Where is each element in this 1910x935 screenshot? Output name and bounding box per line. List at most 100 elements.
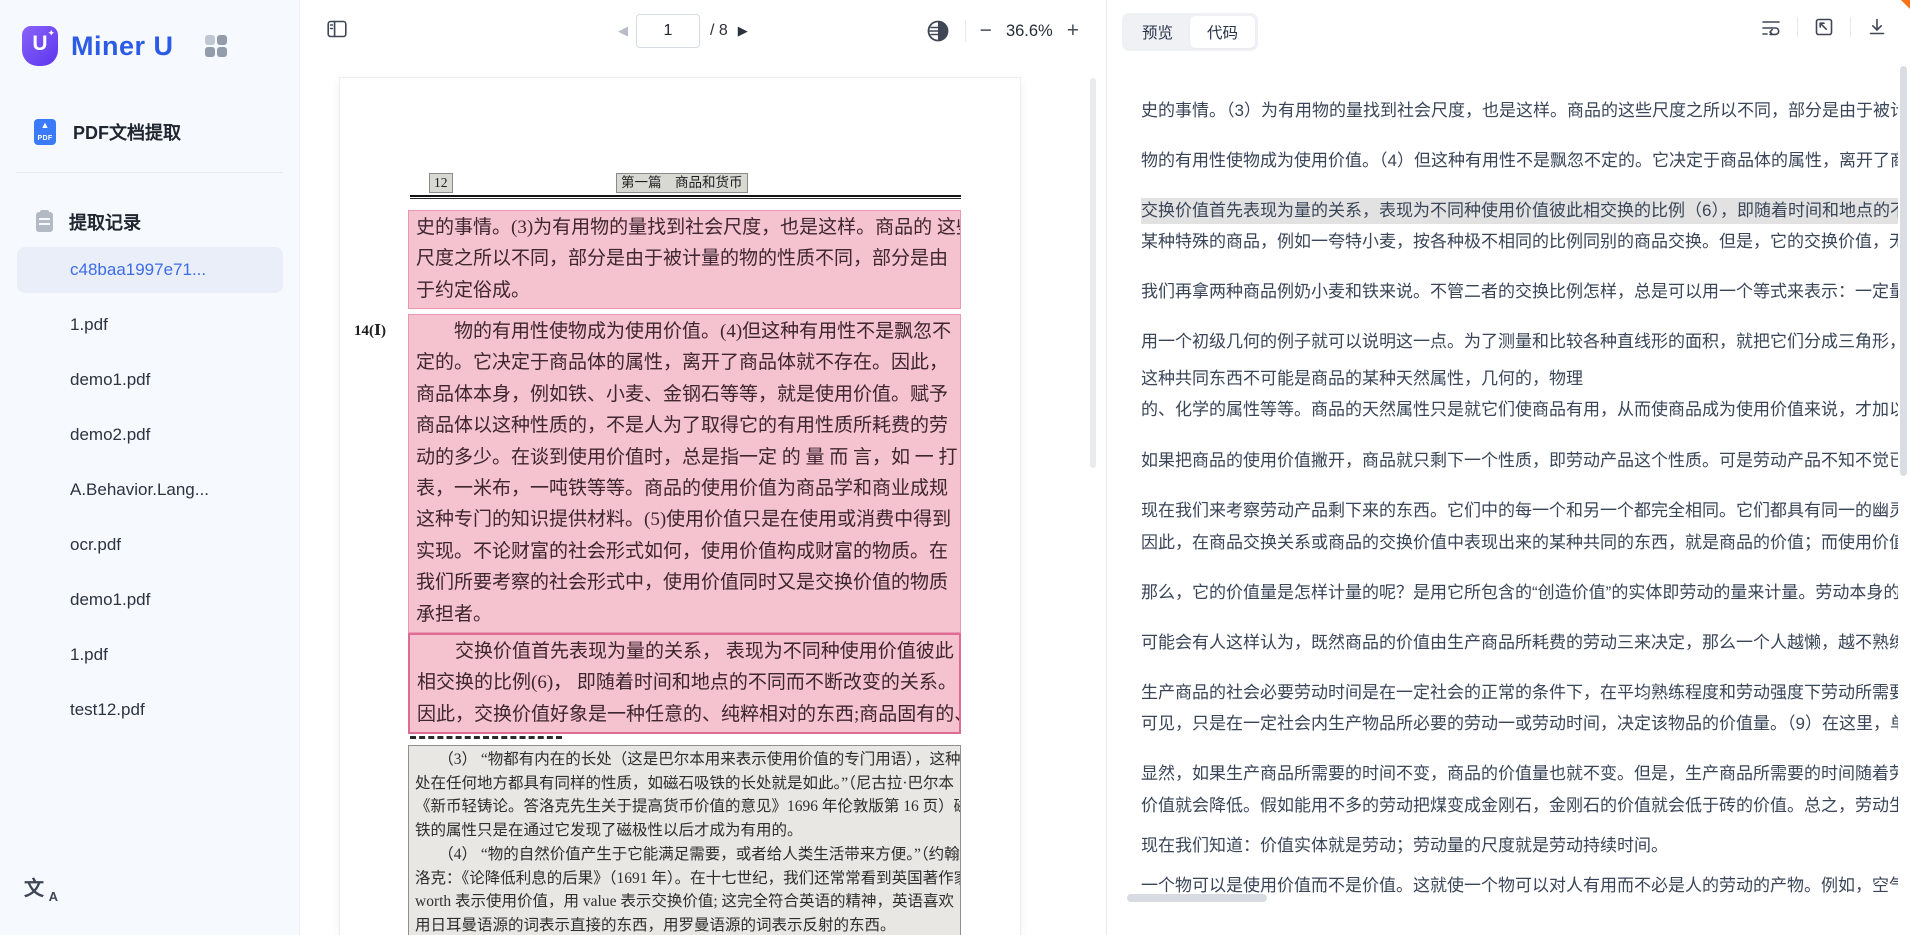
- preview-vertical-scrollbar[interactable]: [1900, 66, 1907, 476]
- logo-wordmark: Miner U: [71, 31, 174, 62]
- sparkle-icon: ✦: [47, 28, 55, 39]
- header-rule: [410, 195, 961, 200]
- highlighted-block-2[interactable]: 物的有用性使物成为使用价值。(4)但这种有用性不是飘忽不 定的。它决定于商品体的…: [408, 314, 961, 633]
- pdf-line: 承担者。: [416, 599, 954, 630]
- zoom-out-icon[interactable]: −: [980, 21, 992, 41]
- preview-line: 如果把商品的使用价值撇开，商品就只剩下一个性质，即劳动产品这个性质。可是劳动产品…: [1141, 448, 1898, 474]
- pdf-line: 商品体本身，例如铁、小麦、金钢石等等，就是使用价值。赋予: [416, 379, 954, 410]
- preview-line: 价值就会降低。假如能用不多的劳动把煤变成金刚石，金刚石的价值就会低于砖的价值。总…: [1141, 793, 1898, 819]
- file-item[interactable]: ocr.pdf: [17, 522, 283, 568]
- preview-line: 显然，如果生产商品所需要的时间不变，商品的价值量也就不变。但是，生产商品所需要的…: [1141, 761, 1898, 787]
- footnote-block[interactable]: （3） “物都有内在的长处（这是巴尔本用来表示使用价值的专门用语），这种长 处在…: [408, 745, 961, 935]
- grid-dot: [205, 35, 215, 45]
- pdf-line: 这种专门的知识提供材料。(5)使用价值只是在使用或消费中得到: [416, 504, 954, 535]
- prev-page-icon[interactable]: ◀: [618, 23, 628, 39]
- view-mode-tabs: 预览 代码: [1122, 13, 1258, 51]
- file-item[interactable]: demo1.pdf: [17, 357, 283, 403]
- footnote-line: （3） “物都有内在的长处（这是巴尔本用来表示使用价值的专门用语），这种长: [415, 748, 954, 772]
- page-total: / 8: [710, 22, 728, 40]
- tab-preview[interactable]: 预览: [1125, 16, 1190, 48]
- pdf-line: 实现。不论财富的社会形式如何，使用价值构成财富的物质。在: [416, 536, 954, 567]
- mineru-logo-icon: U ✦: [22, 26, 58, 66]
- viewer-toolbar: ◀ / 8 ▶ − 36.6% +: [300, 0, 1106, 62]
- preview-line: 那么，它的价值量是怎样计量的呢？是用它所包含的“创造价值”的实体即劳动的量来计量…: [1141, 580, 1898, 606]
- lang-en-glyph: A: [49, 889, 58, 904]
- next-page-icon[interactable]: ▶: [738, 23, 748, 39]
- footnote-line: worth 表示使用价值，用 value 表示交换价值; 这完全符合英语的精神，…: [415, 890, 954, 914]
- footnote-line: 用日耳曼语源的词表示直接的东西，用罗曼语源的词表示反射的东西。: [415, 914, 954, 935]
- footnote-line: 《新币轻铸论。答洛克先生关于提高货币价值的意见》1696 年伦敦版第 16 页）…: [415, 795, 954, 819]
- records-title: 提取记录: [69, 209, 141, 235]
- preview-line: 物的有用性使物成为使用价值。（4）但这种有用性不是飘忽不定的。它决定于商品体的属…: [1141, 148, 1898, 174]
- apps-grid-icon[interactable]: [205, 35, 227, 57]
- sidebar-divider: [16, 172, 283, 173]
- pdf-line: 于约定俗成。: [416, 275, 954, 306]
- file-item[interactable]: 1.pdf: [17, 632, 283, 678]
- tab-code[interactable]: 代码: [1190, 16, 1255, 48]
- preview-line: 史的事情。（3）为有用物的量找到社会尺度，也是这样。商品的这些尺度之所以不同，部…: [1141, 98, 1898, 124]
- records-header: 提取记录: [0, 205, 300, 239]
- grid-dot: [205, 47, 215, 57]
- zoom-controls: − 36.6% +: [925, 14, 1079, 48]
- pdf-line: 因此，交换价值好象是一种任意的、纯粹相对的东西;商品固有的、: [417, 699, 953, 730]
- zoom-in-icon[interactable]: +: [1067, 21, 1079, 41]
- preview-horizontal-scrollbar[interactable]: [1127, 894, 1267, 902]
- pdf-line: 物的有用性使物成为使用价值。(4)但这种有用性不是飘忽不: [416, 316, 954, 347]
- preview-line: 这种共同东西不可能是商品的某种天然属性，几何的，物理: [1141, 366, 1898, 392]
- file-list: c48baa1997e71... 1.pdf demo1.pdf demo2.p…: [0, 247, 300, 742]
- viewer-vertical-scrollbar[interactable]: [1090, 78, 1096, 468]
- file-item[interactable]: 1.pdf: [17, 302, 283, 348]
- file-item[interactable]: demo2.pdf: [17, 412, 283, 458]
- preview-line: 某种特殊的商品，例如一夸特小麦，按各种极不相同的比例同别的商品交换。但是，它的交…: [1141, 229, 1898, 255]
- logo[interactable]: U ✦ Miner U: [22, 24, 174, 68]
- pdf-line: 我们所要考察的社会形式中，使用价值同时又是交换价值的物质: [416, 567, 954, 598]
- download-icon[interactable]: [1866, 16, 1888, 38]
- page-navigation: ◀ / 8 ▶: [618, 14, 748, 48]
- page-number-box: 12: [429, 173, 453, 193]
- pdf-line: 尺度之所以不同，部分是由于被计量的物的性质不同，部分是由: [416, 243, 954, 274]
- pdf-viewer-panel: ◀ / 8 ▶ − 36.6% +: [300, 0, 1107, 935]
- footnote-line: （4） “物的自然价值产生于它能满足需要，或者给人类生活带来方便。”（约翰·: [415, 843, 954, 867]
- pdf-page[interactable]: 12 第一篇 商品和货币 14(Ⅰ) 史的事情。(3)为有用物的量找到社会尺度，…: [340, 78, 1020, 935]
- margin-label: 14(Ⅰ): [354, 321, 386, 340]
- page-number-input[interactable]: [636, 14, 700, 48]
- preview-line: 可能会有人这样认为，既然商品的价值由生产商品所耗费的劳动三来决定，那么一个人越懒…: [1141, 630, 1898, 656]
- footnote-line: 处在任何地方都具有同样的性质，如磁石吸铁的长处就是如此。”（尼古拉·巴尔本: [415, 772, 954, 796]
- pdf-line: 史的事情。(3)为有用物的量找到社会尺度，也是这样。商品的 这些: [416, 212, 954, 243]
- preview-line: 现在我们知道：价值实体就是劳动；劳动量的尺度就是劳动持续时间。: [1141, 833, 1898, 859]
- markdown-preview[interactable]: 史的事情。（3）为有用物的量找到社会尺度，也是这样。商品的这些尺度之所以不同，部…: [1108, 62, 1910, 935]
- preview-line: 我们再拿两种商品例奶小麦和铁来说。不管二者的交换比例怎样，总是可以用一个等式来表…: [1141, 279, 1898, 305]
- file-item[interactable]: c48baa1997e71...: [17, 247, 283, 293]
- grid-dot: [217, 35, 227, 45]
- preview-toolbar-icons: [1760, 16, 1888, 38]
- upload-arrow-icon: ▲: [41, 121, 50, 130]
- highlighted-block-1[interactable]: 史的事情。(3)为有用物的量找到社会尺度，也是这样。商品的 这些 尺度之所以不同…: [408, 210, 961, 309]
- language-toggle-icon[interactable]: 文 A: [24, 872, 58, 902]
- pdf-file-icon: ▲ PDF: [34, 119, 56, 145]
- text-wrap-icon[interactable]: [1760, 16, 1782, 38]
- pdf-icon-label: PDF: [34, 135, 56, 142]
- grid-dot: [217, 47, 227, 57]
- collapse-panel-icon[interactable]: [1813, 16, 1835, 38]
- sidebar-item-pdf-extract[interactable]: ▲ PDF PDF文档提取: [0, 108, 300, 156]
- preview-line-highlighted: 交换价值首先表现为量的关系，表现为不同种使用价值彼此相交换的比例（6），即随着时…: [1141, 198, 1898, 224]
- pdf-extract-label: PDF文档提取: [73, 119, 181, 145]
- zoom-level: 36.6%: [1006, 22, 1053, 41]
- preview-panel: 预览 代码: [1108, 0, 1910, 935]
- toolbar-divider: [1850, 17, 1851, 37]
- file-item[interactable]: demo1.pdf: [17, 577, 283, 623]
- pdf-line: 相交换的比例(6)， 即随着时间和地点的不同而不断改变的关系。: [417, 667, 953, 698]
- file-item[interactable]: A.Behavior.Lang...: [17, 467, 283, 513]
- clip-line: [39, 223, 50, 225]
- records-clipboard-icon: [36, 212, 53, 232]
- preview-line: 现在我们来考察劳动产品剩下来的东西。它们中的每一个和另一个都完全相同。它们都具有…: [1141, 498, 1898, 524]
- contrast-icon[interactable]: [925, 18, 951, 44]
- panel-toggle-icon[interactable]: [325, 17, 349, 41]
- toolbar-divider: [965, 20, 966, 42]
- pdf-line: 表，一米布，一吨铁等等。商品的使用价值为商品学和商业成规: [416, 473, 954, 504]
- pdf-line: 商品体以这种性质的，不是人为了取得它的有用性质所耗费的劳: [416, 410, 954, 441]
- footnote-line: 铁的属性只是在通过它发现了磁极性以后才成为有用的。: [415, 819, 954, 843]
- pdf-line: 交换价值首先表现为量的关系， 表现为不同种使用价值彼此: [417, 636, 953, 667]
- file-item[interactable]: test12.pdf: [17, 687, 283, 733]
- highlighted-block-3[interactable]: 交换价值首先表现为量的关系， 表现为不同种使用价值彼此 相交换的比例(6)， 即…: [408, 633, 961, 734]
